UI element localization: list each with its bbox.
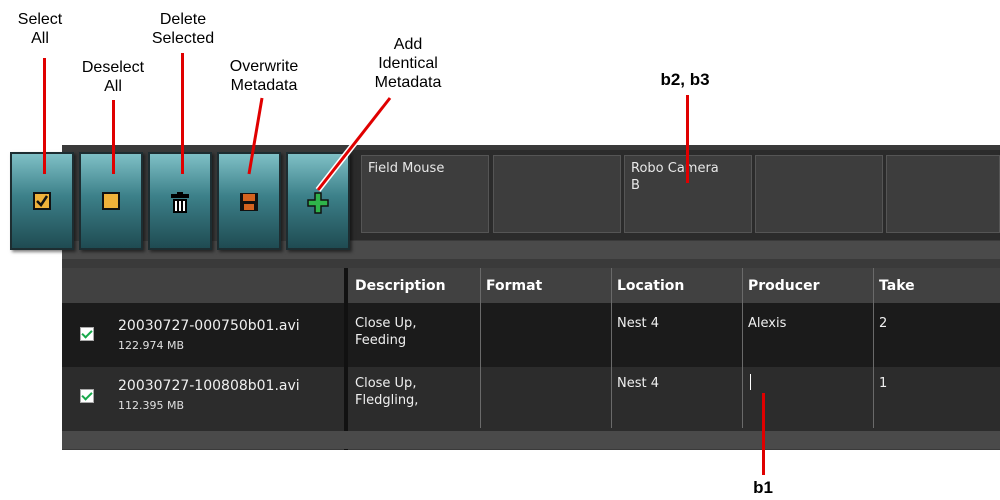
leader-add-identical-metadata (316, 97, 392, 191)
leader-overwrite-metadata (247, 97, 264, 175)
diagonal-leaders (247, 96, 393, 192)
